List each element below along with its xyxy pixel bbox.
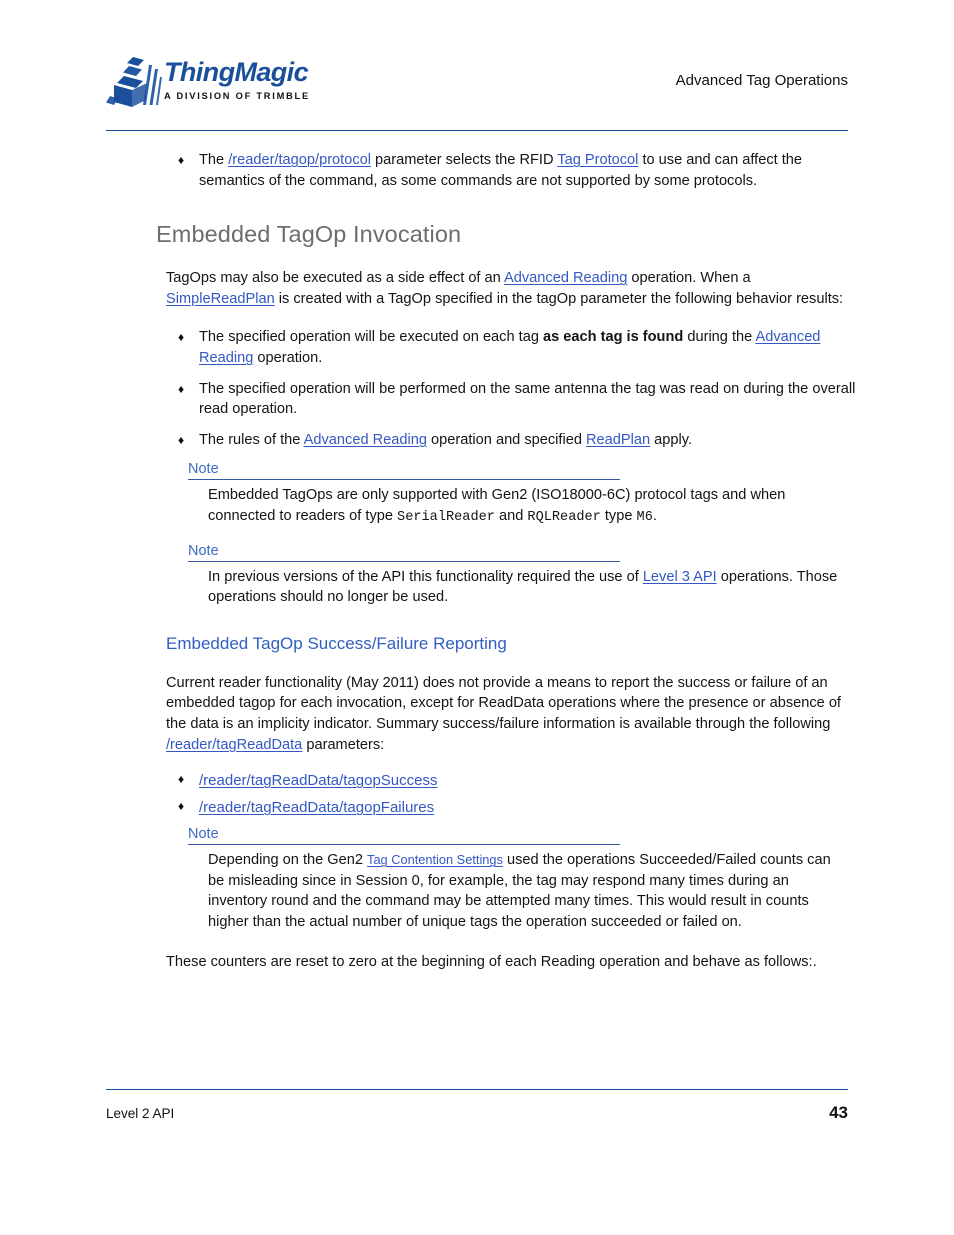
bullet-text-part: apply.: [650, 431, 693, 448]
link-reader-tagreaddata[interactable]: /reader/tagReadData: [166, 737, 302, 753]
note-divider: [188, 560, 620, 562]
bullet-text-part: The specified operation will be executed…: [199, 329, 543, 346]
note-block-1: Note Embedded TagOps are only supported …: [188, 461, 848, 528]
section-intro-paragraph: TagOps may also be executed as a side ef…: [166, 268, 848, 309]
list-item: ♦ The specified operation will be execut…: [166, 327, 856, 368]
note-divider: [188, 844, 620, 846]
link-advanced-reading[interactable]: Advanced Reading: [304, 432, 427, 448]
bullet-text-part: The rules of the: [199, 431, 304, 448]
bullet-text-part: parameter selects the RFID: [371, 152, 558, 168]
note-text-part: Depending on the Gen2: [208, 852, 368, 869]
bullet-text-part: operation and specified: [426, 431, 587, 448]
note-label: Note: [188, 826, 219, 843]
note-block-2: Note In previous versions of the API thi…: [188, 543, 848, 608]
bullet-marker: ♦: [178, 330, 185, 345]
footer-divider: [106, 1089, 848, 1090]
link-tag-protocol[interactable]: Tag Protocol: [557, 152, 638, 168]
link-reader-tagop-protocol[interactable]: /reader/tagop/protocol: [228, 152, 371, 168]
note-label: Note: [188, 461, 219, 478]
header-divider: [106, 130, 848, 131]
list-item: ♦ The /reader/tagop/protocol parameter s…: [166, 150, 856, 191]
link-tag-contention-settings[interactable]: Tag Contention Settings: [367, 852, 503, 867]
stacked-box-cube-icon: [106, 57, 162, 107]
bullet-emphasis: as each tag is found: [543, 329, 684, 346]
note-text-part: type: [600, 507, 637, 524]
paragraph-part: parameters:: [302, 736, 385, 753]
page-header: ThingMagic A DIVISION OF TRIMBLE Advance…: [106, 55, 848, 133]
paragraph-part: Current reader functionality (May 2011) …: [166, 674, 841, 732]
logo-wordmark: ThingMagic: [164, 57, 309, 87]
bullet-text-part: during the: [683, 329, 756, 346]
paragraph-part: TagOps may also be executed as a side ef…: [166, 270, 505, 287]
bullet-text-part: operation.: [253, 349, 323, 366]
list-item: ♦ /reader/tagReadData/tagopFailures: [166, 799, 856, 816]
code-m6: M6: [636, 509, 653, 525]
subsection-heading: Embedded TagOp Success/Failure Reporting: [166, 633, 507, 653]
code-serialreader: SerialReader: [397, 509, 495, 525]
link-level-3-api[interactable]: Level 3 API: [643, 569, 717, 585]
note-body: In previous versions of the API this fun…: [208, 567, 848, 608]
bullet-marker: ♦: [178, 432, 185, 447]
footer-label: Level 2 API: [106, 1106, 175, 1121]
bullet-marker: ♦: [178, 772, 185, 787]
note-text-part: and: [494, 507, 528, 524]
parameter-bullet-list: ♦ /reader/tagReadData/tagopSuccess ♦ /re…: [166, 772, 856, 816]
page-content: ♦ The /reader/tagop/protocol parameter s…: [0, 150, 954, 973]
behavior-bullet-list: ♦ The specified operation will be execut…: [166, 327, 856, 450]
note-body: Embedded TagOps are only supported with …: [208, 485, 848, 528]
thingmagic-logo: ThingMagic A DIVISION OF TRIMBLE: [106, 55, 310, 113]
link-readplan[interactable]: ReadPlan: [586, 432, 650, 448]
logo-text-block: ThingMagic A DIVISION OF TRIMBLE: [164, 57, 310, 102]
note-divider: [188, 479, 620, 481]
bullet-marker: ♦: [178, 153, 185, 167]
note-block-3: Note Depending on the Gen2 Tag Contentio…: [188, 826, 848, 932]
bullet-text-part: The specified operation will be performe…: [199, 380, 856, 418]
header-title: Advanced Tag Operations: [675, 72, 848, 89]
subsection-paragraph: Current reader functionality (May 2011) …: [166, 673, 848, 755]
bullet-marker: ♦: [178, 799, 185, 814]
paragraph-part: is created with a TagOp specified in the…: [274, 290, 844, 307]
link-simplereadplan[interactable]: SimpleReadPlan: [166, 291, 275, 307]
note-body: Depending on the Gen2 Tag Contention Set…: [208, 850, 848, 932]
bullet-marker: ♦: [178, 381, 185, 396]
page-footer: Level 2 API 43: [106, 1103, 848, 1123]
document-page: ThingMagic A DIVISION OF TRIMBLE Advance…: [0, 0, 954, 1235]
list-item: ♦ The rules of the Advanced Reading oper…: [166, 430, 856, 451]
note-label: Note: [188, 542, 219, 559]
list-item: ♦ /reader/tagReadData/tagopSuccess: [166, 772, 856, 789]
bullet-text-part: The: [199, 152, 229, 168]
intro-bullet-list: ♦ The /reader/tagop/protocol parameter s…: [166, 150, 856, 191]
code-rqlreader: RQLReader: [527, 509, 601, 525]
logo-tagline: A DIVISION OF TRIMBLE: [164, 91, 310, 101]
paragraph-part: operation. When a: [627, 270, 751, 287]
closing-paragraph: These counters are reset to zero at the …: [166, 954, 817, 971]
link-tagopfailures[interactable]: /reader/tagReadData/tagopFailures: [199, 799, 434, 816]
page-number: 43: [829, 1103, 848, 1122]
note-text-part: In previous versions of the API this fun…: [208, 568, 643, 585]
link-tagopsuccess[interactable]: /reader/tagReadData/tagopSuccess: [199, 772, 437, 789]
link-advanced-reading[interactable]: Advanced Reading: [504, 270, 627, 286]
section-heading: Embedded TagOp Invocation: [156, 221, 462, 248]
note-text-part: .: [652, 507, 657, 524]
list-item: ♦ The specified operation will be perfor…: [166, 379, 856, 420]
